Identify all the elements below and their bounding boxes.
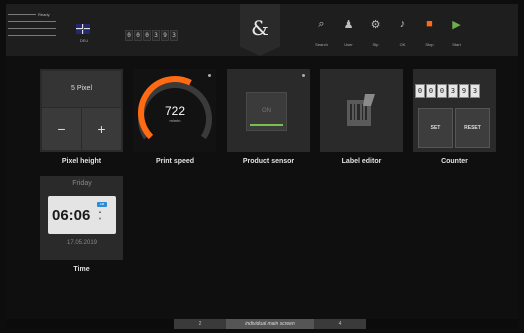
setup-button[interactable]: ⚙ Stp	[362, 16, 389, 50]
counter-digit: 0	[426, 84, 436, 98]
counter-digit: 0	[125, 30, 133, 41]
start-label: Start	[452, 42, 461, 47]
chevron-up-icon[interactable]: ▲	[98, 209, 102, 214]
counter-digit: 0	[134, 30, 142, 41]
previous-screen-button[interactable]: 2	[174, 319, 226, 329]
user-button[interactable]: ♟ User	[335, 16, 362, 50]
search-button[interactable]: ⌕ Search	[308, 16, 335, 50]
toolbar: ⌕ Search ♟ User ⚙ Stp ♪ OK ■ Stop ▶ Star…	[308, 16, 470, 50]
print-speed-value: 722	[164, 104, 186, 118]
counter-label: Counter	[441, 158, 468, 165]
clock-date: 17.05.2019	[66, 240, 98, 246]
status-line	[8, 14, 36, 15]
gear-icon: ⚙	[370, 19, 381, 31]
status-indicator[interactable]: Ready	[8, 12, 56, 44]
sensor-status-bar	[250, 124, 283, 126]
logo-icon: &	[251, 16, 269, 40]
user-icon: ♟	[343, 19, 354, 31]
play-icon: ▶	[452, 19, 461, 31]
ampm-badge: AM	[97, 202, 107, 207]
top-counter: 0 0 0 3 9 3	[125, 30, 178, 41]
pixel-height-label: Pixel height	[61, 158, 102, 165]
tile-indicator-dot	[208, 74, 211, 77]
counter-digit: 3	[170, 30, 178, 41]
chevron-down-icon[interactable]: ▼	[98, 216, 102, 221]
counter-digit: 0	[143, 30, 151, 41]
counter-digit: 3	[470, 84, 480, 98]
label-editor-label: Label editor	[341, 158, 382, 165]
next-screen-button[interactable]: 4	[314, 319, 366, 329]
counter-digit: 9	[459, 84, 469, 98]
status-line	[8, 21, 56, 22]
ok-label: OK	[399, 42, 406, 47]
current-screen-tab[interactable]: individual main screen	[226, 319, 314, 329]
counter-digit: 9	[161, 30, 169, 41]
screen-pager: 2 individual main screen 4	[174, 319, 366, 329]
counter-digit: 3	[448, 84, 458, 98]
weekday: Friday	[72, 180, 92, 187]
counter-reset-button[interactable]: RESET	[455, 108, 490, 148]
language-code: DEU	[79, 38, 89, 43]
stop-icon: ■	[426, 18, 433, 30]
user-label: User	[344, 42, 353, 47]
counter-digit: 0	[437, 84, 447, 98]
counter-set-button[interactable]: SET	[418, 108, 453, 148]
print-speed-label: Print speed	[155, 158, 195, 165]
setup-label: Stp	[372, 42, 379, 47]
barcode-edit-icon	[347, 94, 375, 126]
product-sensor-label: Product sensor	[242, 158, 295, 165]
status-line	[8, 35, 56, 36]
bell-icon: ♪	[399, 18, 406, 30]
counter-digit: 3	[152, 30, 160, 41]
uk-flag-icon[interactable]	[76, 24, 90, 34]
clock-time: 06:06	[52, 207, 91, 224]
tile-indicator-dot	[302, 74, 305, 77]
pixel-height-value: 5 Pixel	[42, 71, 121, 107]
counter-display: 0 0 0 3 9 3	[415, 84, 480, 98]
search-label: Search	[315, 42, 328, 47]
status-line	[8, 28, 56, 29]
stop-button[interactable]: ■ Stop	[416, 16, 443, 50]
stop-label: Stop	[425, 42, 434, 47]
print-speed-unit: m/min	[169, 118, 181, 123]
status-ready-label: Ready	[38, 12, 50, 17]
time-label: Time	[73, 266, 90, 273]
sensor-state: ON	[262, 108, 271, 114]
home-logo-button[interactable]: &	[240, 4, 280, 56]
ok-button[interactable]: ♪ OK	[389, 16, 416, 50]
counter-digit: 0	[415, 84, 425, 98]
pixel-increase-button[interactable]: +	[82, 108, 121, 150]
pixel-decrease-button[interactable]: −	[42, 108, 81, 150]
search-icon: ⌕	[318, 18, 325, 30]
start-button[interactable]: ▶ Start	[443, 16, 470, 50]
